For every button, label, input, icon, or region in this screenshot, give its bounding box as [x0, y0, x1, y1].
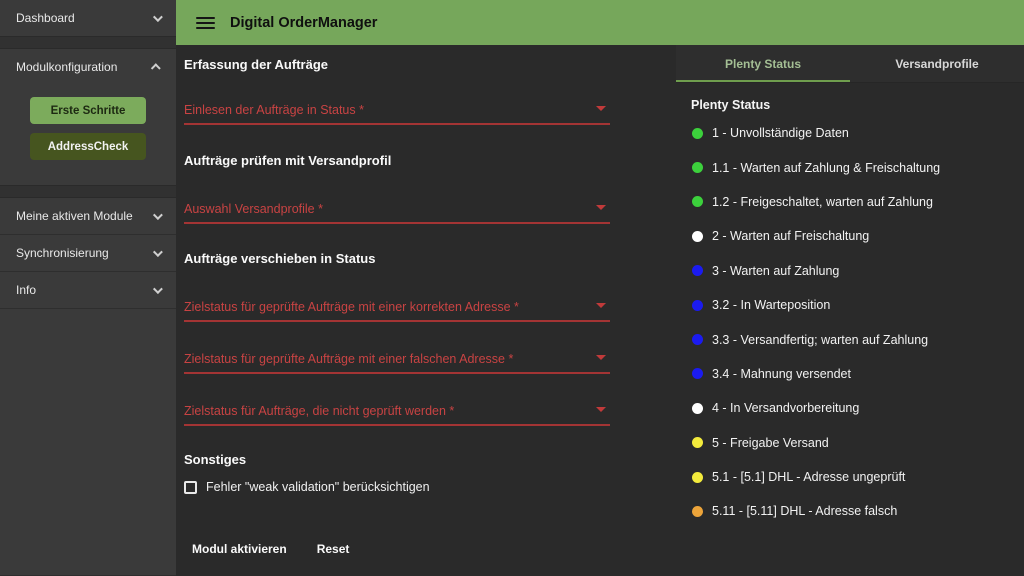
sidebar-section-gap: [0, 36, 176, 49]
status-color-dot: [692, 506, 703, 517]
chevron-down-icon: [153, 247, 163, 257]
status-color-dot: [692, 128, 703, 139]
section-title-verschieben: Aufträge verschieben in Status: [184, 251, 676, 267]
status-label: 3.4 - Mahnung versendet: [712, 367, 851, 381]
tab-versandprofile[interactable]: Versandprofile: [850, 45, 1024, 82]
status-list-heading: Plenty Status: [691, 98, 1024, 112]
status-label: 3 - Warten auf Zahlung: [712, 264, 839, 278]
status-label: 5.11 - [5.11] DHL - Adresse falsch: [712, 504, 897, 518]
sidebar-item-label: Info: [16, 283, 36, 297]
module-config-form: Erfassung der Aufträge Einlesen der Auft…: [176, 45, 676, 576]
sidebar-item-dashboard[interactable]: Dashboard: [0, 0, 176, 36]
status-label: 5 - Freigabe Versand: [712, 436, 829, 450]
status-tabbar: Plenty Status Versandprofile: [676, 45, 1024, 83]
sidebar-item-label: Meine aktiven Module: [16, 209, 133, 223]
addresscheck-button[interactable]: AddressCheck: [30, 133, 146, 160]
sidebar-item-modulkonfiguration[interactable]: Modulkonfiguration: [0, 49, 176, 85]
form-actions: Modul aktivieren Reset: [184, 534, 676, 564]
modul-aktivieren-button[interactable]: Modul aktivieren: [184, 534, 295, 564]
status-color-dot: [692, 265, 703, 276]
dropdown-arrow-icon: [596, 106, 606, 111]
status-color-dot: [692, 437, 703, 448]
select-zielstatus-falsche-adresse[interactable]: Zielstatus für geprüfte Aufträge mit ein…: [184, 350, 610, 374]
status-color-dot: [692, 196, 703, 207]
status-label: 1.1 - Warten auf Zahlung & Freischaltung: [712, 161, 940, 175]
status-list-item: 2 - Warten auf Freischaltung: [692, 219, 1024, 253]
status-label: 2 - Warten auf Freischaltung: [712, 229, 869, 243]
sidebar-item-label: Modulkonfiguration: [16, 60, 117, 74]
sidebar-item-synchronisierung[interactable]: Synchronisierung: [0, 235, 176, 271]
sidebar-item-info[interactable]: Info: [0, 272, 176, 308]
section-title-erfassung: Erfassung der Aufträge: [184, 57, 676, 73]
status-list: 1 - Unvollständige Daten 1.1 - Warten au…: [676, 116, 1024, 529]
reset-button[interactable]: Reset: [309, 534, 358, 564]
select-label: Zielstatus für geprüfte Aufträge mit ein…: [184, 352, 513, 366]
status-list-item: 3 - Warten auf Zahlung: [692, 254, 1024, 288]
select-zielstatus-nicht-geprueft[interactable]: Zielstatus für Aufträge, die nicht geprü…: [184, 402, 610, 426]
weak-validation-checkbox-row[interactable]: Fehler "weak validation" berücksichtigen: [184, 480, 676, 494]
sidebar: Dashboard Modulkonfiguration Erste Schri…: [0, 0, 176, 576]
status-list-item: 1 - Unvollständige Daten: [692, 116, 1024, 150]
sidebar-item-label: Dashboard: [16, 11, 75, 25]
select-label: Zielstatus für Aufträge, die nicht geprü…: [184, 404, 454, 418]
status-color-dot: [692, 300, 703, 311]
status-list-item: 3.2 - In Warteposition: [692, 288, 1024, 322]
app-title: Digital OrderManager: [230, 15, 377, 31]
chevron-down-icon: [153, 284, 163, 294]
status-list-item: 1.1 - Warten auf Zahlung & Freischaltung: [692, 150, 1024, 184]
sidebar-item-label: Synchronisierung: [16, 246, 109, 260]
status-color-dot: [692, 368, 703, 379]
status-list-item: 3.4 - Mahnung versendet: [692, 357, 1024, 391]
sidebar-item-meine-aktiven-module[interactable]: Meine aktiven Module: [0, 198, 176, 234]
sidebar-section-gap: [0, 185, 176, 198]
status-label: 1 - Unvollständige Daten: [712, 126, 849, 140]
dropdown-arrow-icon: [596, 355, 606, 360]
hamburger-menu-icon[interactable]: [196, 17, 215, 29]
select-zielstatus-korrekte-adresse[interactable]: Zielstatus für geprüfte Aufträge mit ein…: [184, 298, 610, 322]
chevron-up-icon: [151, 63, 161, 73]
status-label: 1.2 - Freigeschaltet, warten auf Zahlung: [712, 195, 933, 209]
status-list-item: 5 - Freigabe Versand: [692, 426, 1024, 460]
checkbox-label: Fehler "weak validation" berücksichtigen: [206, 480, 430, 494]
status-label: 3.2 - In Warteposition: [712, 298, 830, 312]
select-label: Einlesen der Aufträge in Status *: [184, 103, 364, 117]
select-einlesen-status[interactable]: Einlesen der Aufträge in Status *: [184, 101, 610, 125]
status-panel: Plenty Status Versandprofile Plenty Stat…: [676, 45, 1024, 576]
app-header: Digital OrderManager: [176, 0, 1024, 45]
status-list-item: 4 - In Versandvorbereitung: [692, 391, 1024, 425]
status-color-dot: [692, 334, 703, 345]
status-color-dot: [692, 403, 703, 414]
section-title-sonstiges: Sonstiges: [184, 452, 676, 468]
checkbox-unchecked[interactable]: [184, 481, 197, 494]
select-label: Zielstatus für geprüfte Aufträge mit ein…: [184, 300, 519, 314]
status-list-item: 3.3 - Versandfertig; warten auf Zahlung: [692, 322, 1024, 356]
status-color-dot: [692, 472, 703, 483]
status-color-dot: [692, 162, 703, 173]
modulkonfiguration-panel: Erste Schritte AddressCheck: [0, 85, 176, 185]
dropdown-arrow-icon: [596, 407, 606, 412]
status-list-item: 5.11 - [5.11] DHL - Adresse falsch: [692, 494, 1024, 528]
status-label: 5.1 - [5.1] DHL - Adresse ungeprüft: [712, 470, 905, 484]
chevron-down-icon: [153, 210, 163, 220]
chevron-down-icon: [153, 12, 163, 22]
divider: [0, 308, 176, 309]
dropdown-arrow-icon: [596, 303, 606, 308]
tab-plenty-status[interactable]: Plenty Status: [676, 45, 850, 82]
section-title-pruefen: Aufträge prüfen mit Versandprofil: [184, 153, 676, 169]
status-list-item: 1.2 - Freigeschaltet, warten auf Zahlung: [692, 185, 1024, 219]
status-list-item: 5.1 - [5.1] DHL - Adresse ungeprüft: [692, 460, 1024, 494]
status-label: 3.3 - Versandfertig; warten auf Zahlung: [712, 333, 928, 347]
erste-schritte-button[interactable]: Erste Schritte: [30, 97, 146, 124]
status-color-dot: [692, 231, 703, 242]
dropdown-arrow-icon: [596, 205, 606, 210]
select-label: Auswahl Versandprofile *: [184, 202, 323, 216]
select-versandprofile[interactable]: Auswahl Versandprofile *: [184, 200, 610, 224]
status-label: 4 - In Versandvorbereitung: [712, 401, 859, 415]
